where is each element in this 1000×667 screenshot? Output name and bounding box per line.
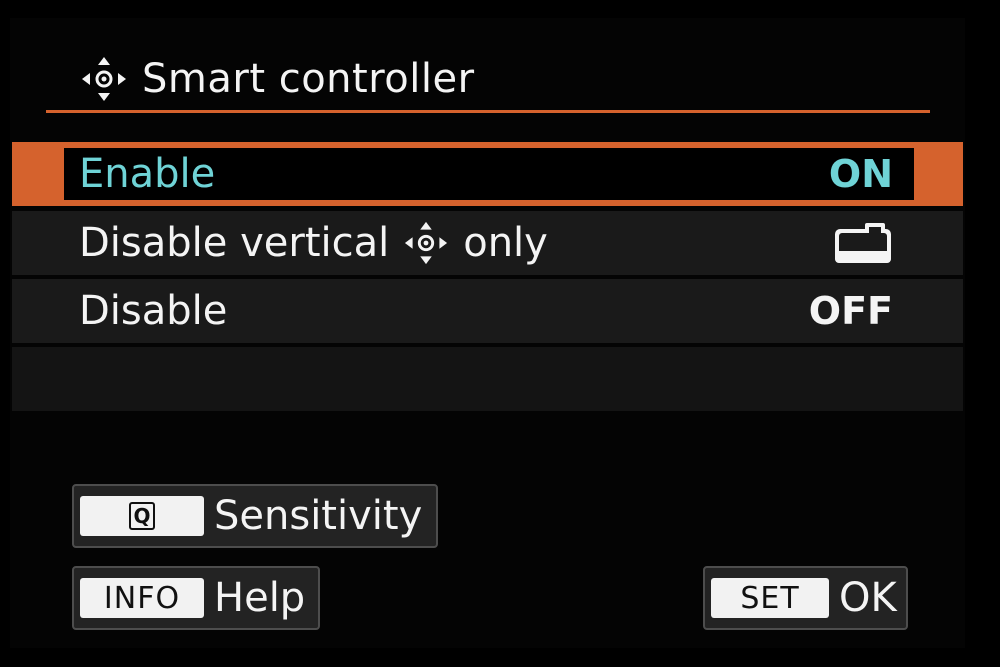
sensitivity-button[interactable]: Q Sensitivity: [72, 484, 438, 548]
ok-label: OK: [839, 575, 897, 621]
menu-item-enable[interactable]: Enable ON: [12, 142, 963, 206]
q-key-label: Q: [129, 502, 155, 530]
menu-item-label-prefix: Disable vertical: [79, 220, 390, 266]
smart-controller-icon: [80, 55, 128, 103]
menu-header: Smart controller: [80, 52, 475, 106]
menu-item-label-suffix: only: [463, 220, 548, 266]
menu-item-value: [833, 211, 893, 275]
info-key: INFO: [80, 578, 204, 618]
help-label: Help: [214, 575, 306, 621]
q-key: Q: [80, 496, 204, 536]
ok-button[interactable]: SET OK: [703, 566, 908, 630]
menu-item-disable[interactable]: Disable OFF: [12, 279, 963, 343]
menu-item-empty: [12, 347, 963, 411]
help-button[interactable]: INFO Help: [72, 566, 320, 630]
sensitivity-label: Sensitivity: [214, 493, 423, 539]
menu-item-value: OFF: [808, 289, 893, 333]
camera-icon: [833, 221, 893, 265]
set-key: SET: [711, 578, 829, 618]
menu-item-disable-vertical[interactable]: Disable vertical only: [12, 211, 963, 275]
menu-item-label: Disable: [79, 288, 228, 334]
menu-item-value: ON: [828, 152, 893, 196]
menu-item-label: Enable: [79, 151, 216, 197]
page-title: Smart controller: [142, 56, 475, 102]
smart-controller-icon: [403, 220, 449, 266]
header-divider: [46, 110, 930, 113]
menu-item-label: Disable vertical only: [79, 211, 548, 275]
